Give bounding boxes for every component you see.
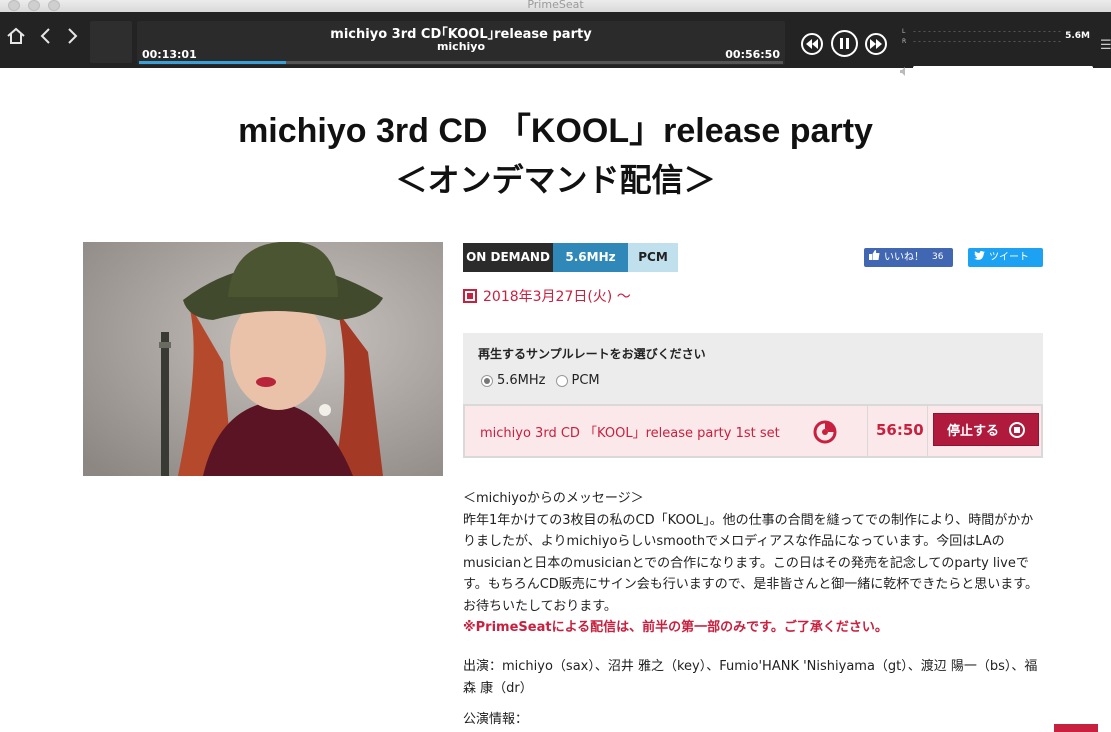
chevron-right-icon[interactable] xyxy=(64,26,80,50)
stop-icon xyxy=(1009,421,1025,438)
event-date-text: 2018年3月27日(火) 〜 xyxy=(483,289,631,305)
playlist-item-title: michiyo 3rd CD 「KOOL」release party 1st s… xyxy=(480,426,780,441)
now-playing-panel: michiyo 3rd CD｢KOOL｣release party michiy… xyxy=(137,21,785,65)
stop-button-label: 停止する xyxy=(946,424,999,439)
performers: 出演：michiyo（sax）、沼井 雅之（key）、Fumio'HANK 'N… xyxy=(463,659,1038,696)
sample-rate-readout: 5.6M xyxy=(1065,31,1090,41)
like-label: いいね！ xyxy=(884,252,924,263)
meter-right-label: R xyxy=(902,38,907,45)
radio-unselected-icon[interactable] xyxy=(555,374,568,387)
calendar-square-icon xyxy=(463,289,477,303)
sample-rate-heading: 再生するサンプルレートをお選びください xyxy=(478,347,706,361)
now-playing-artist: michiyo xyxy=(436,40,486,53)
fast-forward-icon[interactable] xyxy=(865,33,887,55)
tag-sample-rate: 5.6MHz xyxy=(553,243,628,272)
radio-label-5-6mhz: 5.6MHz xyxy=(497,373,546,388)
sample-rate-selector: 再生するサンプルレートをお選びください 5.6MHz PCM xyxy=(463,333,1043,404)
playlist-item-duration: 56:50 xyxy=(876,421,924,439)
stop-button[interactable]: 停止する xyxy=(933,413,1039,446)
facebook-like-button[interactable]: いいね！ 36 xyxy=(864,248,953,267)
page-top-button[interactable] xyxy=(1054,724,1098,732)
tweet-button[interactable]: ツイート xyxy=(968,248,1043,267)
message-heading: ＜michiyoからのメッセージ＞ xyxy=(463,491,644,506)
meter-left-bar xyxy=(912,30,1062,33)
total-time: 00:56:50 xyxy=(725,48,780,61)
event-date: 2018年3月27日(火) 〜 xyxy=(463,286,631,306)
radio-label-pcm: PCM xyxy=(571,373,600,388)
now-playing-disc-icon xyxy=(813,420,837,448)
progress-bar[interactable] xyxy=(139,61,783,64)
radio-selected-icon[interactable] xyxy=(481,374,493,387)
home-icon[interactable] xyxy=(6,26,26,50)
window-title: PrimeSeat xyxy=(527,0,584,11)
playlist-item: michiyo 3rd CD 「KOOL」release party 1st s… xyxy=(463,404,1043,458)
sample-rate-options: 5.6MHz PCM xyxy=(481,373,600,388)
twitter-bird-icon xyxy=(974,248,985,267)
artist-message: ＜michiyoからのメッセージ＞ 昨年1年かけての3枚目の私のCD「KOOL」… xyxy=(463,488,1043,639)
tweet-label: ツイート xyxy=(989,252,1029,263)
meter-left-label: L xyxy=(902,28,906,35)
volume-slider[interactable] xyxy=(913,66,1093,70)
window-title-bar: PrimeSeat xyxy=(0,0,1111,12)
page-subtitle: ＜オンデマンド配信＞ xyxy=(395,162,716,198)
meter-right-bar xyxy=(912,40,1062,43)
artist-photo xyxy=(83,242,443,476)
menu-icon[interactable]: ☰ xyxy=(1100,38,1111,53)
rewind-icon[interactable] xyxy=(801,33,823,55)
chevron-left-icon[interactable] xyxy=(38,26,54,50)
player-bar: michiyo 3rd CD｢KOOL｣release party michiy… xyxy=(0,12,1111,76)
radio-option-5-6mhz[interactable]: 5.6MHz xyxy=(481,373,546,388)
progress-fill xyxy=(139,61,287,64)
elapsed-time: 00:13:01 xyxy=(142,48,197,61)
pause-icon[interactable] xyxy=(831,30,858,57)
message-body: 昨年1年かけての3枚目の私のCD「KOOL」。他の仕事の合間を縫ってでの制作によ… xyxy=(463,512,1038,614)
row-divider xyxy=(867,406,868,456)
radio-option-pcm[interactable]: PCM xyxy=(555,373,600,388)
volume-icon xyxy=(900,61,909,80)
row-divider xyxy=(927,406,928,456)
track-artwork xyxy=(90,21,132,63)
tag-on-demand: ON DEMAND xyxy=(463,243,553,272)
performance-info-label: 公演情報： xyxy=(463,712,529,727)
like-count: 36 xyxy=(932,252,944,262)
streaming-notice: ※PrimeSeatによる配信は、前半の第一部のみです。ご了承ください。 xyxy=(463,620,888,635)
level-meter: L R 5.6M xyxy=(900,28,1096,76)
volume-fill xyxy=(913,66,1093,70)
tag-format: PCM xyxy=(628,243,678,272)
page-title: michiyo 3rd CD 「KOOL」release party xyxy=(238,112,873,150)
thumbs-up-icon xyxy=(869,248,880,267)
